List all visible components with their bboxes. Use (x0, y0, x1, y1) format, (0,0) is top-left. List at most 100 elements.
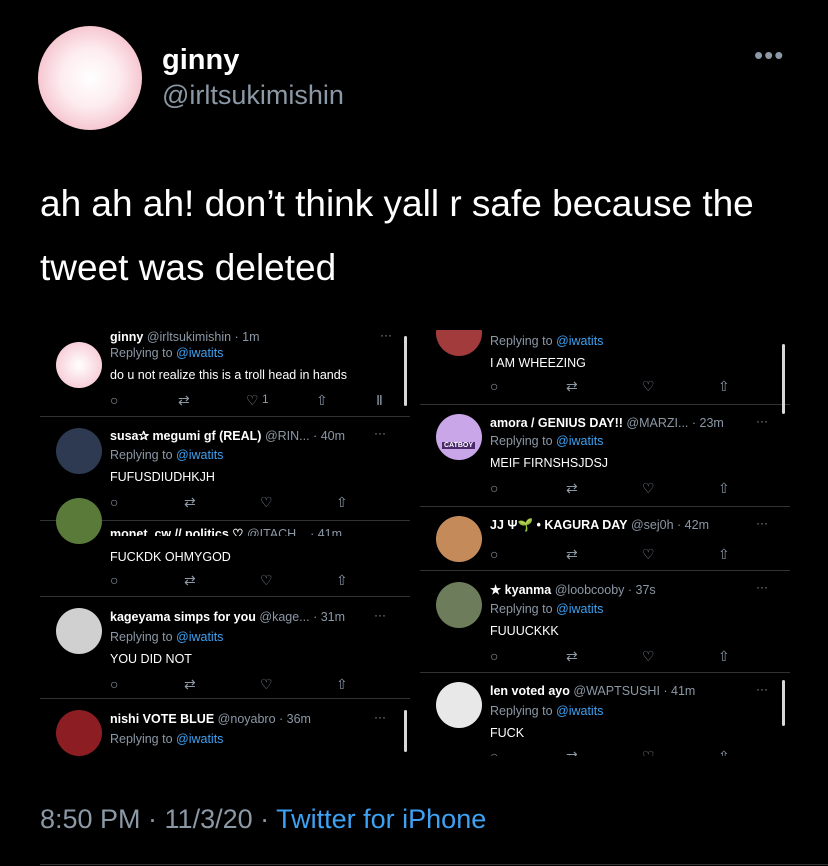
share-icon[interactable]: ⇧ (336, 572, 348, 589)
scrollbar[interactable] (782, 680, 785, 726)
reply-handle-time: @sej0h · 42m (630, 518, 709, 532)
share-icon[interactable]: ⇧ (718, 748, 730, 756)
like-icon[interactable]: ♡ (642, 378, 655, 395)
replying-to-label: Replying to (110, 630, 177, 644)
divider (420, 672, 790, 673)
more-icon[interactable]: ··· (756, 682, 768, 696)
reply-icon[interactable]: ○ (490, 480, 498, 496)
avatar[interactable] (436, 330, 482, 356)
mention-link[interactable]: @iwatits (556, 602, 603, 616)
share-icon[interactable]: ⇧ (316, 392, 328, 409)
more-icon[interactable]: ··· (374, 710, 386, 724)
more-icon[interactable]: ••• (754, 40, 784, 71)
avatar[interactable]: CATBOY (436, 414, 482, 460)
mention-link[interactable]: @iwatits (176, 346, 223, 360)
stats-icon[interactable]: Ⅱ (376, 392, 383, 409)
scrollbar[interactable] (404, 336, 407, 406)
reply-icon[interactable]: ○ (110, 676, 118, 692)
more-icon[interactable]: ··· (756, 516, 768, 530)
more-icon[interactable]: ··· (756, 414, 768, 428)
action-bar: ○ ⇄ ♡ 1 ⇧ Ⅱ (110, 392, 400, 412)
more-icon[interactable]: ··· (374, 608, 386, 622)
more-icon[interactable]: ··· (756, 580, 768, 594)
list-item: JJ Ψ🌱 • KAGURA DAY @sej0h · 42m ··· ○ ⇄ … (420, 512, 790, 568)
mention-link[interactable]: @iwatits (176, 732, 223, 746)
like-icon[interactable]: ♡ (260, 572, 273, 589)
share-icon[interactable]: ⇧ (336, 494, 348, 511)
user-handle[interactable]: @irltsukimishin (162, 80, 344, 111)
avatar[interactable] (436, 582, 482, 628)
attached-image-right[interactable]: Replying to @iwatits I AM WHEEZING ○ ⇄ ♡… (420, 330, 790, 756)
reply-icon[interactable]: ○ (490, 378, 498, 394)
attached-image-left[interactable]: ginny @irltsukimishin · 1m ··· Replying … (40, 330, 410, 756)
list-item: susa✰ megumi gf (REAL) @RIN... · 40m ···… (40, 422, 410, 510)
reply-handle-time: @loobcooby · 37s (554, 583, 656, 597)
reply-handle-time: @MARZI... · 23m (626, 416, 724, 430)
avatar[interactable] (436, 516, 482, 562)
retweet-icon[interactable]: ⇄ (566, 480, 578, 497)
like-icon[interactable]: ♡ (642, 480, 655, 497)
like-icon[interactable]: ♡ (642, 546, 655, 563)
scrollbar[interactable] (782, 344, 785, 414)
avatar[interactable] (56, 498, 102, 544)
like-icon[interactable]: ♡ (642, 748, 655, 756)
more-icon[interactable]: ··· (380, 330, 392, 342)
like-icon[interactable]: ♡ (260, 676, 273, 693)
like-icon[interactable]: ♡ (260, 494, 273, 511)
action-bar: ○ ⇄ ♡ ⇧ (490, 378, 730, 398)
share-icon[interactable]: ⇧ (718, 480, 730, 497)
share-icon[interactable]: ⇧ (718, 546, 730, 563)
tweet-text: ah ah ah! don’t think yall r safe becaus… (40, 183, 754, 288)
avatar[interactable] (56, 342, 102, 388)
scrollbar[interactable] (404, 710, 407, 752)
action-bar: ○ ⇄ ♡ ⇧ (490, 480, 730, 500)
retweet-icon[interactable]: ⇄ (184, 676, 196, 693)
action-bar: ○ ⇄ ♡ ⇧ (110, 676, 350, 696)
like-icon[interactable]: ♡ (642, 648, 655, 665)
action-bar: ○ ⇄ ♡ ⇧ (490, 546, 730, 566)
retweet-icon[interactable]: ⇄ (566, 648, 578, 665)
reply-icon[interactable]: ○ (110, 572, 118, 588)
mention-link[interactable]: @iwatits (176, 630, 223, 644)
replying-to-label: Replying to (490, 704, 557, 718)
more-icon[interactable]: ··· (374, 426, 386, 440)
reply-handle-time: @kage... · 31m (259, 610, 346, 624)
reply-text: FUFUSDIUDHKJH (110, 470, 215, 484)
reply-icon[interactable]: ○ (490, 648, 498, 664)
action-bar: ○ ⇄ ♡ ⇧ (490, 748, 730, 756)
retweet-icon[interactable]: ⇄ (566, 378, 578, 395)
avatar[interactable] (38, 26, 142, 130)
avatar[interactable] (56, 428, 102, 474)
list-item: nishi VOTE BLUE @noyabro · 36m ··· Reply… (40, 704, 410, 756)
reply-icon[interactable]: ○ (490, 748, 498, 756)
share-icon[interactable]: ⇧ (336, 676, 348, 693)
retweet-icon[interactable]: ⇄ (178, 392, 190, 409)
avatar[interactable] (436, 682, 482, 728)
display-name[interactable]: ginny (162, 44, 239, 77)
retweet-icon[interactable]: ⇄ (566, 748, 578, 756)
retweet-icon[interactable]: ⇄ (184, 494, 196, 511)
list-item: ginny @irltsukimishin · 1m ··· Replying … (40, 330, 410, 412)
reply-handle-time: @irltsukimishin · 1m (146, 330, 260, 344)
reply-icon[interactable]: ○ (110, 494, 118, 510)
share-icon[interactable]: ⇧ (718, 378, 730, 395)
avatar[interactable] (56, 608, 102, 654)
mention-link[interactable]: @iwatits (176, 448, 223, 462)
reply-icon[interactable]: ○ (490, 546, 498, 562)
reply-text: I AM WHEEZING (490, 356, 586, 370)
mention-link[interactable]: @iwatits (556, 434, 603, 448)
avatar-badge: CATBOY (442, 442, 476, 449)
reply-icon[interactable]: ○ (110, 392, 118, 408)
mention-link[interactable]: @iwatits (556, 704, 603, 718)
replying-to-label: Replying to (110, 448, 177, 462)
action-bar: ○ ⇄ ♡ ⇧ (110, 572, 350, 592)
source-link[interactable]: Twitter for iPhone (276, 804, 486, 834)
share-icon[interactable]: ⇧ (718, 648, 730, 665)
replying-to-label: Replying to (110, 346, 177, 360)
reply-text: MEIF FIRNSHSJDSJ (490, 456, 609, 470)
mention-link[interactable]: @iwatits (556, 334, 603, 348)
like-icon[interactable]: ♡ (246, 392, 259, 409)
avatar[interactable] (56, 710, 102, 756)
retweet-icon[interactable]: ⇄ (184, 572, 196, 589)
retweet-icon[interactable]: ⇄ (566, 546, 578, 563)
